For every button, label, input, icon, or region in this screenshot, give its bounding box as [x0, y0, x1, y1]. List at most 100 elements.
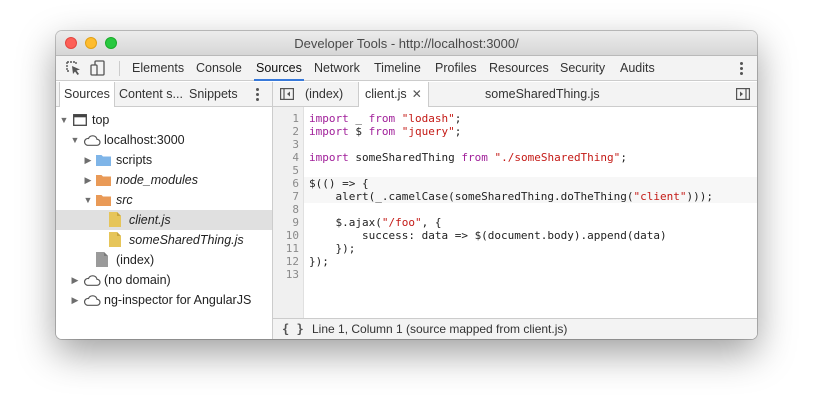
tree-label: client.js — [129, 213, 171, 227]
code-line[interactable] — [304, 164, 757, 177]
main-toolbar: Elements Console Sources Network Timelin… — [56, 56, 757, 81]
editor-tabs: (index) client.js ✕ someSharedThing.js — [273, 82, 757, 107]
editor-tab-index[interactable]: (index) — [299, 82, 349, 107]
tree-label: ng-inspector for AngularJS — [104, 293, 252, 307]
cloud-icon — [83, 295, 101, 306]
tab-network[interactable]: Network — [314, 56, 360, 81]
code-line[interactable]: success: data => $(document.body).append… — [304, 229, 757, 242]
window-title: Developer Tools - http://localhost:3000/ — [294, 36, 519, 51]
editor-pane: (index) client.js ✕ someSharedThing.js 1 … — [273, 82, 757, 339]
line-number[interactable]: 1 — [273, 112, 299, 125]
code-line[interactable]: import $ from "jquery"; — [304, 125, 757, 138]
line-number[interactable]: 12 — [273, 255, 299, 268]
tab-profiles[interactable]: Profiles — [435, 56, 477, 81]
toggle-navigator-icon[interactable] — [280, 88, 294, 100]
code-line[interactable]: $(() => { — [304, 177, 757, 190]
editor-tab-some-shared-thing[interactable]: someSharedThing.js — [479, 82, 606, 107]
expanded-triangle-icon[interactable]: ▼ — [59, 110, 69, 130]
editor-tab-label: client.js — [365, 87, 407, 101]
line-number[interactable]: 11 — [273, 242, 299, 255]
collapsed-triangle-icon[interactable]: ▶ — [70, 270, 80, 290]
line-number[interactable]: 2 — [273, 125, 299, 138]
code-line[interactable] — [304, 203, 757, 216]
tab-console[interactable]: Console — [196, 56, 242, 81]
nav-tab-snippets[interactable]: Snippets — [185, 82, 242, 107]
tree-item-node-modules[interactable]: ▶ node_modules — [56, 170, 272, 190]
tree-item-client-js[interactable]: client.js — [56, 210, 272, 230]
device-mode-icon[interactable] — [89, 60, 107, 76]
tree-item-index[interactable]: (index) — [56, 250, 272, 270]
tree-label: (no domain) — [104, 273, 171, 287]
code-line[interactable]: }); — [304, 242, 757, 255]
code-line[interactable]: $.ajax("/foo", { — [304, 216, 757, 229]
tab-elements[interactable]: Elements — [132, 56, 184, 81]
line-number[interactable]: 13 — [273, 268, 299, 281]
devtools-window: Developer Tools - http://localhost:3000/… — [56, 31, 757, 339]
source-map-link[interactable]: (source mapped from client.js) — [406, 319, 567, 339]
tree-label: node_modules — [116, 173, 199, 187]
code-line[interactable]: import someSharedThing from "./someShare… — [304, 151, 757, 164]
tree-label: (index) — [116, 253, 155, 267]
line-number[interactable]: 5 — [273, 164, 299, 177]
tree-item-src[interactable]: ▼ src — [56, 190, 272, 210]
collapsed-triangle-icon[interactable]: ▶ — [70, 290, 80, 310]
tree-label: src — [116, 193, 133, 207]
file-yellow-icon — [109, 232, 121, 247]
tree-item-no-domain[interactable]: ▶ (no domain) — [56, 270, 272, 290]
tab-security[interactable]: Security — [560, 56, 605, 81]
tree-item-scripts[interactable]: ▶ scripts — [56, 150, 272, 170]
status-bar: { } Line 1, Column 1 (source mapped from… — [273, 318, 757, 339]
tree-item-ng-inspector[interactable]: ▶ ng-inspector for AngularJS — [56, 290, 272, 310]
file-yellow-icon — [109, 212, 121, 227]
line-number[interactable]: 6 — [273, 177, 299, 190]
editor-tab-client-js[interactable]: client.js ✕ — [358, 82, 429, 107]
inspect-element-icon[interactable] — [65, 60, 83, 76]
editor-tab-label: (index) — [305, 87, 344, 101]
close-tab-icon[interactable]: ✕ — [412, 82, 422, 107]
line-number[interactable]: 10 — [273, 229, 299, 242]
more-menu-icon[interactable] — [736, 61, 746, 76]
tree-label: localhost:3000 — [104, 133, 185, 147]
folder-orange-icon — [96, 175, 111, 186]
toggle-debugger-icon[interactable] — [736, 88, 750, 100]
tab-audits[interactable]: Audits — [620, 56, 655, 81]
line-number[interactable]: 4 — [273, 151, 299, 164]
tree-item-some-shared-thing[interactable]: someSharedThing.js — [56, 230, 272, 250]
cursor-position: Line 1, Column 1 — [312, 322, 403, 336]
line-number[interactable]: 9 — [273, 216, 299, 229]
expanded-triangle-icon[interactable]: ▼ — [83, 190, 93, 210]
code-editor[interactable]: import _ from "lodash"; import $ from "j… — [304, 107, 757, 318]
title-bar: Developer Tools - http://localhost:3000/ — [56, 31, 757, 56]
line-number[interactable]: 8 — [273, 203, 299, 216]
tree-label: scripts — [116, 153, 153, 167]
tab-timeline[interactable]: Timeline — [374, 56, 421, 81]
frame-icon — [73, 114, 87, 126]
collapsed-triangle-icon[interactable]: ▶ — [83, 170, 93, 190]
editor-tab-label: someSharedThing.js — [485, 87, 600, 101]
pretty-print-button[interactable]: { } — [282, 319, 304, 339]
code-line[interactable] — [304, 138, 757, 151]
folder-blue-icon — [96, 155, 111, 166]
cloud-icon — [83, 135, 101, 146]
code-line[interactable]: }); — [304, 255, 757, 268]
line-number[interactable]: 3 — [273, 138, 299, 151]
tree-item-localhost[interactable]: ▼ localhost:3000 — [56, 130, 272, 150]
tab-resources[interactable]: Resources — [489, 56, 549, 81]
navigator-menu-icon[interactable] — [252, 87, 262, 102]
code-line[interactable]: alert(_.camelCase(someSharedThing.doTheT… — [304, 190, 757, 203]
nav-tab-sources[interactable]: Sources — [59, 82, 115, 107]
nav-tab-content-scripts[interactable]: Content s... — [115, 82, 187, 107]
line-number-gutter[interactable]: 1 2 3 4 5 6 7 8 9 10 11 12 13 — [273, 107, 304, 318]
tab-sources[interactable]: Sources — [254, 56, 304, 81]
line-number[interactable]: 7 — [273, 190, 299, 203]
navigator-pane: Sources Content s... Snippets ▼ top ▼ lo… — [56, 82, 273, 339]
toolbar-divider — [119, 61, 120, 76]
cloud-icon — [83, 275, 101, 286]
expanded-triangle-icon[interactable]: ▼ — [70, 130, 80, 150]
tree-label: top — [92, 113, 110, 127]
tree-item-top[interactable]: ▼ top — [56, 110, 272, 130]
code-line[interactable]: import _ from "lodash"; — [304, 112, 757, 125]
navigator-tabs: Sources Content s... Snippets — [56, 82, 272, 107]
code-line[interactable] — [304, 268, 757, 281]
collapsed-triangle-icon[interactable]: ▶ — [83, 150, 93, 170]
